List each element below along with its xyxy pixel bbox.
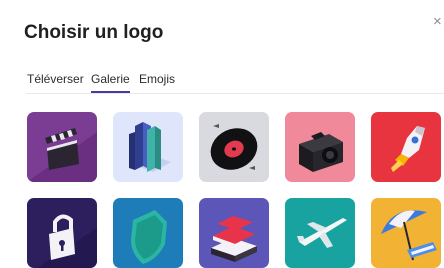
gallery-tile-books[interactable] (113, 112, 183, 182)
gallery-tile-book-stack[interactable] (199, 198, 269, 268)
gallery-tile-vinyl[interactable] (199, 112, 269, 182)
gallery-tile-airplane[interactable] (285, 198, 355, 268)
vinyl-record-icon (199, 112, 269, 182)
book-stack-icon (199, 198, 269, 268)
tab-divider (26, 93, 444, 94)
gallery-tile-beach-umbrella[interactable] (371, 198, 441, 268)
tab-upload[interactable]: Téléverser (27, 72, 84, 91)
camera-icon (285, 112, 355, 182)
close-icon[interactable]: × (433, 14, 442, 30)
rocket-icon (371, 112, 441, 182)
books-icon (113, 112, 183, 182)
choose-logo-dialog: Choisir un logo × Téléverser Galerie Emo… (0, 0, 444, 268)
airplane-icon (285, 198, 355, 268)
gallery-tile-clapperboard[interactable] (27, 112, 97, 182)
shield-icon (113, 198, 183, 268)
dialog-title: Choisir un logo (24, 22, 164, 43)
tab-gallery[interactable]: Galerie (91, 72, 130, 93)
padlock-icon (27, 198, 97, 268)
beach-umbrella-icon (371, 198, 441, 268)
tab-emojis[interactable]: Emojis (139, 72, 175, 91)
clapperboard-icon (27, 112, 97, 182)
gallery-tile-padlock[interactable] (27, 198, 97, 268)
gallery-tile-rocket[interactable] (371, 112, 441, 182)
gallery-tile-camera[interactable] (285, 112, 355, 182)
gallery-tile-shield[interactable] (113, 198, 183, 268)
